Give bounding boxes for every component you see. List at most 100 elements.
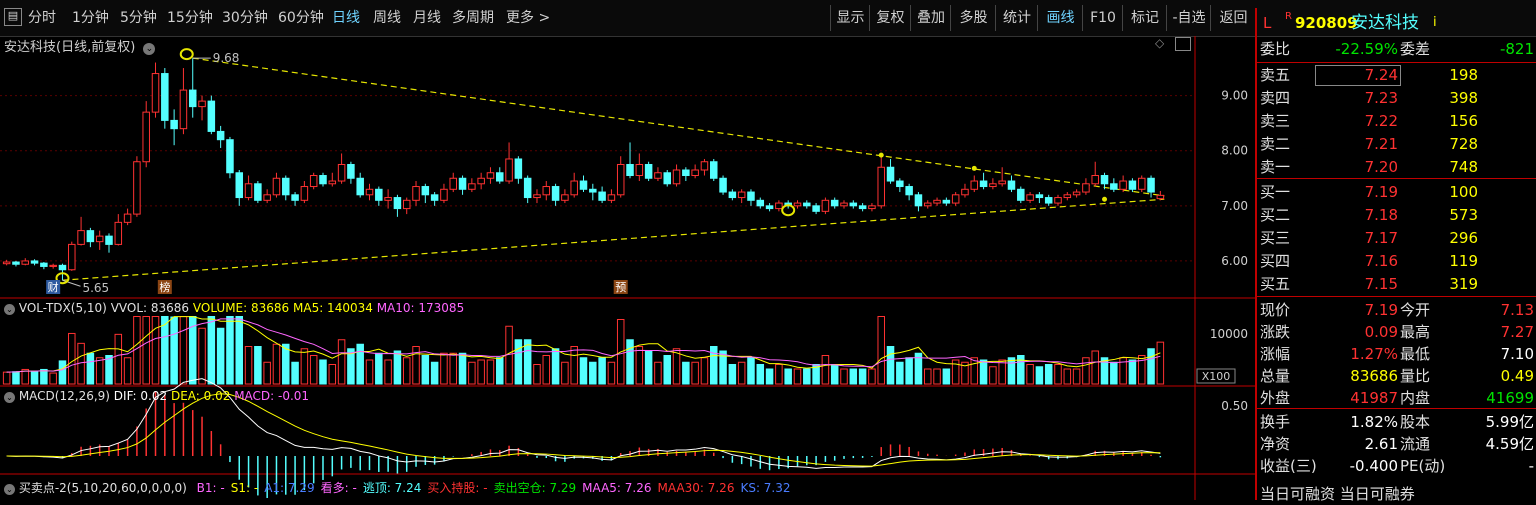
tab-2[interactable]: 5分钟	[120, 6, 157, 30]
candle-body	[458, 177, 467, 190]
toolbar-button-9[interactable]: 返回	[1210, 5, 1256, 31]
candle-body	[1156, 194, 1165, 200]
maximize-icon[interactable]	[1175, 37, 1191, 51]
candle-body	[942, 199, 951, 204]
volume-bar	[561, 361, 569, 385]
candle-body	[179, 89, 188, 130]
quote-label: 最低	[1400, 345, 1431, 363]
volume-bar	[49, 372, 57, 385]
toolbar-button-0[interactable]: 显示	[830, 5, 870, 31]
macd-dea-line	[6, 393, 1161, 467]
volume-bar	[365, 359, 374, 385]
toolbar-button-8[interactable]: -自选	[1166, 5, 1211, 31]
bids-1-row[interactable]: 买二 7.18 573	[1257, 204, 1536, 226]
tab-1[interactable]: 1分钟	[72, 6, 109, 30]
tab-9[interactable]: 多周期	[452, 6, 494, 30]
toolbar-button-1[interactable]: 复权	[869, 5, 911, 31]
bids-0-row[interactable]: 买一 7.19 100	[1257, 181, 1536, 203]
asks-3-price: 7.21	[1364, 135, 1398, 153]
candle-body	[58, 264, 67, 271]
chevron-down-icon[interactable]: ⌄	[4, 484, 15, 495]
candle-body	[570, 180, 578, 196]
stock-code: 920809	[1295, 14, 1358, 32]
quote-row-6: 净资 2.61 流通 4.59亿	[1257, 433, 1536, 455]
kline-chart[interactable]: 9.00 8.00 7.00 6.00 9.68 5.65 财 榜 预 10000 X100 0.50	[0, 36, 1255, 500]
quote-label: 净资	[1260, 435, 1291, 453]
candle-body	[207, 100, 216, 132]
volume-bar	[58, 360, 67, 385]
chart-title-text: 安达科技(日线,前复权)	[4, 40, 136, 55]
toolbar-button-4[interactable]: 统计	[995, 5, 1038, 31]
asks-3-row[interactable]: 卖二 7.21 728	[1257, 133, 1536, 155]
volume-bar	[756, 364, 765, 385]
toolbar-button-6[interactable]: F10	[1082, 5, 1123, 31]
asks-4-row[interactable]: 卖一 7.20 748	[1257, 156, 1536, 178]
tab-0[interactable]: 分时	[28, 6, 56, 30]
candle-body	[858, 205, 867, 210]
quote-label: 总量	[1260, 367, 1291, 385]
candle-body	[551, 186, 560, 201]
candle-body	[133, 161, 141, 215]
asks-2-row[interactable]: 卖三 7.22 156	[1257, 110, 1536, 132]
candle-body	[86, 230, 95, 243]
candle-body	[235, 172, 244, 199]
candle-body	[616, 163, 625, 196]
candle-body	[1072, 191, 1081, 196]
bids-4-row[interactable]: 买五 7.15 319	[1257, 273, 1536, 295]
volume-bar	[198, 327, 206, 385]
buy-sell-indicator: ⌄ 买卖点-2(5,10,20,60,0,0,0,0) B1: - S1: - A1…	[4, 479, 791, 496]
diamond-icon[interactable]: ◇	[1155, 36, 1164, 50]
window-menu-icon[interactable]: ▤	[4, 8, 22, 26]
volume-bar	[803, 368, 811, 385]
chevron-down-icon[interactable]: ⌄	[4, 304, 15, 315]
toolbar-button-7[interactable]: 标记	[1122, 5, 1167, 31]
bids-2-row[interactable]: 买三 7.17 296	[1257, 227, 1536, 249]
toolbar-button-3[interactable]: 多股	[950, 5, 996, 31]
asks-1-row[interactable]: 卖四 7.23 398	[1257, 87, 1536, 109]
candle-body	[765, 205, 774, 210]
bids-3-row[interactable]: 买四 7.16 119	[1257, 250, 1536, 272]
volume-bar	[1072, 368, 1081, 385]
toolbar-button-2[interactable]: 叠加	[910, 5, 951, 31]
candle-body	[254, 183, 262, 201]
candle-body	[672, 169, 681, 185]
price-tick-label: 7.00	[1221, 199, 1248, 213]
volume-bar	[737, 361, 746, 385]
tab-10[interactable]: 更多 >	[506, 6, 550, 30]
vol-ma5: MA5: 140034	[293, 301, 373, 315]
volume-bar	[12, 371, 20, 385]
volume-bar	[30, 370, 39, 385]
volume-bar	[579, 357, 588, 385]
tab-5[interactable]: 60分钟	[278, 6, 324, 30]
candle-body	[793, 202, 802, 207]
bids-0-label: 买一	[1260, 183, 1291, 201]
candle-body	[337, 163, 346, 182]
chart-area[interactable]: 9.00 8.00 7.00 6.00 9.68 5.65 财 榜 预 10000 X100 0.50…	[0, 36, 1255, 500]
volume-bar	[747, 357, 755, 385]
margin-info-text: 当日可融资 当日可融券	[1260, 485, 1415, 503]
candle-body	[328, 180, 337, 185]
volume-bar	[114, 333, 123, 385]
info-icon[interactable]: i	[1433, 10, 1437, 36]
tab-6[interactable]: 日线	[332, 6, 360, 30]
indicator-item-2: A1: 7.29	[264, 481, 315, 495]
tab-3[interactable]: 15分钟	[167, 6, 213, 30]
quote-value: 0.49	[1500, 367, 1534, 385]
tab-8[interactable]: 月线	[413, 6, 441, 30]
chevron-down-icon[interactable]: ⌄	[143, 43, 156, 55]
volume-bar	[477, 359, 485, 385]
candle-body	[700, 161, 709, 171]
tab-4[interactable]: 30分钟	[222, 6, 268, 30]
volume-bar	[449, 352, 458, 385]
volume-bar	[1044, 364, 1053, 385]
candle-body	[263, 194, 271, 201]
tab-7[interactable]: 周线	[373, 6, 401, 30]
candle-body	[523, 177, 532, 199]
volume-bar	[849, 368, 858, 385]
stock-name: 安达科技	[1351, 13, 1419, 33]
chevron-down-icon[interactable]: ⌄	[4, 392, 15, 403]
toolbar-button-5[interactable]: 画线	[1037, 5, 1083, 31]
quote-row-5: 换手 1.82% 股本 5.99亿	[1257, 411, 1536, 433]
candle-body	[1035, 194, 1044, 199]
candle-body	[226, 139, 234, 174]
